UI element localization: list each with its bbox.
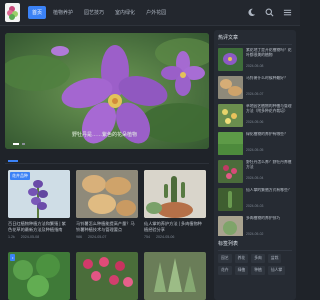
category-tag[interactable]: 花卉品种 xyxy=(10,172,30,180)
sidebar-article[interactable]: 仙人掌的繁殖方式有哪些？ 2024-05-03 xyxy=(218,188,292,211)
category-tag-icon: • xyxy=(10,254,16,261)
article-meta: 986 2024-05-07 xyxy=(76,235,138,239)
sidebar-article-title[interactable]: 紫花地丁是开花植物吗？花叶都很美的植物 xyxy=(246,48,292,63)
nav-item-indoor-greening[interactable]: 室内绿化 xyxy=(111,6,139,19)
nav-item-plant-care[interactable]: 植物养护 xyxy=(49,6,77,19)
search-icon[interactable] xyxy=(265,8,274,17)
tag-list-block: 标签列表 园艺 养花 多肉 盆栽 花卉 绿植 种植 仙人掌 xyxy=(214,236,296,300)
section-divider xyxy=(5,163,209,164)
top-icons xyxy=(247,8,292,17)
nav-item-home[interactable]: 首页 xyxy=(28,6,47,19)
tag-list: 园艺 养花 多肉 盆栽 花卉 绿植 种植 仙人掌 xyxy=(218,254,292,275)
sidebar-article[interactable]: 马铃薯什么时候种最好？ 2024-05-07 xyxy=(218,76,292,99)
article-meta: 754 2024-05-06 xyxy=(144,235,206,239)
article-card[interactable]: • xyxy=(8,252,70,300)
hot-articles-sidebar: 热评文章 紫花地丁是开花植物吗？花叶都很美的植物 2024-05-08 马铃薯什… xyxy=(214,30,296,243)
sidebar-article-date: 2024-05-04 xyxy=(246,176,264,180)
sidebar-article-date: 2024-05-03 xyxy=(246,204,264,208)
moon-icon[interactable] xyxy=(247,8,256,17)
sidebar-thumb xyxy=(218,188,243,211)
sidebar-article-date: 2024-05-07 xyxy=(246,92,264,96)
tag-chip[interactable]: 种植 xyxy=(251,266,265,275)
article-thumb xyxy=(144,252,206,300)
article-title[interactable]: 马铃薯怎么种植能提高产量？马铃薯种植技术与管理要点 xyxy=(76,221,138,233)
sidebar-article-date: 2024-05-08 xyxy=(246,64,264,68)
publish-date: 2024-05-07 xyxy=(88,235,107,239)
view-count: 986 xyxy=(76,235,82,239)
sidebar-article[interactable]: 草地园艺植物的种植与管理方法（附多种花卉栽培） 2024-05-06 xyxy=(218,104,292,127)
tag-chip[interactable]: 仙人掌 xyxy=(267,266,286,275)
sidebar-article-date: 2024-05-05 xyxy=(246,148,264,152)
section-accent xyxy=(8,160,18,162)
slider-dot-active[interactable] xyxy=(13,143,19,145)
tag-chip[interactable]: 绿植 xyxy=(234,266,249,275)
tag-list-heading: 标签列表 xyxy=(218,240,292,251)
article-thumb xyxy=(144,170,206,218)
sidebar-thumb xyxy=(218,132,243,155)
tag-chip[interactable]: 花卉 xyxy=(218,266,232,275)
publish-date: 2024-05-08 xyxy=(20,235,40,239)
sidebar-thumb xyxy=(218,104,243,127)
tag-chip[interactable]: 多肉 xyxy=(251,254,265,263)
article-card[interactable]: 仙人掌的养护方法 | 多肉植物种植经验分享 754 2024-05-06 xyxy=(144,170,206,239)
sidebar-article-title[interactable]: 多肉植物的养护技巧 xyxy=(246,216,292,231)
menu-icon[interactable] xyxy=(283,8,292,17)
tag-chip[interactable]: 盆栽 xyxy=(267,254,282,263)
article-thumb: 花卉品种 xyxy=(8,170,70,218)
sidebar-article-title[interactable]: 马铃薯什么时候种最好？ xyxy=(246,76,292,91)
article-thumb: • xyxy=(8,252,70,300)
sidebar-article[interactable]: 紫花地丁是开花植物吗？花叶都很美的植物 2024-05-08 xyxy=(218,48,292,71)
article-meta: 1.2k 2024-05-08 xyxy=(8,235,70,239)
article-card[interactable] xyxy=(144,252,206,300)
view-count: 754 xyxy=(144,235,150,239)
sidebar-article-title[interactable]: 草地园艺植物的种植与管理方法（附多种花卉栽培） xyxy=(246,104,292,119)
article-thumb xyxy=(76,252,138,300)
hot-articles-block: 热评文章 紫花地丁是开花植物吗？花叶都很美的植物 2024-05-08 马铃薯什… xyxy=(214,30,296,243)
sidebar-article-title[interactable]: 仙人掌的繁殖方式有哪些？ xyxy=(246,188,292,203)
article-title[interactable]: 百日红植物种植方法和繁殖 | 紫色花草的最新方法及种植指南 xyxy=(8,221,70,233)
slider-dots xyxy=(13,143,25,145)
slider-dot[interactable] xyxy=(22,143,25,145)
article-card[interactable] xyxy=(76,252,138,300)
sidebar-thumb xyxy=(218,76,243,99)
article-title[interactable]: 仙人掌的养护方法 | 多肉植物种植经验分享 xyxy=(144,221,206,233)
sidebar-article[interactable]: 绿化植物的养护有哪些？ 2024-05-05 xyxy=(218,132,292,155)
top-navbar: 首页 植物养护 园艺技巧 室内绿化 户外花园 xyxy=(0,0,300,26)
article-card[interactable]: 花卉品种 百日红植物种植方法和繁殖 | 紫色花草的最新方法及种植指南 1.2k … xyxy=(8,170,70,239)
sidebar-article-date: 2024-05-06 xyxy=(246,120,264,124)
sidebar-thumb xyxy=(218,160,243,183)
sidebar-article-title[interactable]: 野牡丹怎么养？野牡丹养殖方法 xyxy=(246,160,292,175)
article-card[interactable]: 马铃薯怎么种植能提高产量？马铃薯种植技术与管理要点 986 2024-05-07 xyxy=(76,170,138,239)
nav-item-outdoor-garden[interactable]: 户外花园 xyxy=(142,6,170,19)
article-thumb xyxy=(76,170,138,218)
sidebar-article-title[interactable]: 绿化植物的养护有哪些？ xyxy=(246,132,292,147)
site-logo[interactable] xyxy=(5,3,20,22)
nav-item-gardening-tips[interactable]: 园艺技巧 xyxy=(80,6,108,19)
sidebar-heading: 热评文章 xyxy=(218,34,292,45)
publish-date: 2024-05-06 xyxy=(156,235,175,239)
sidebar-article[interactable]: 野牡丹怎么养？野牡丹养殖方法 2024-05-04 xyxy=(218,160,292,183)
tag-chip[interactable]: 养花 xyxy=(234,254,249,263)
view-count: 1.2k xyxy=(8,235,15,239)
main-nav: 首页 植物养护 园艺技巧 室内绿化 户外花园 xyxy=(28,6,170,19)
hero-caption[interactable]: 野牡丹是……紫色的花朵植物 xyxy=(72,131,137,138)
sidebar-thumb xyxy=(218,48,243,71)
tag-chip[interactable]: 园艺 xyxy=(218,254,232,263)
